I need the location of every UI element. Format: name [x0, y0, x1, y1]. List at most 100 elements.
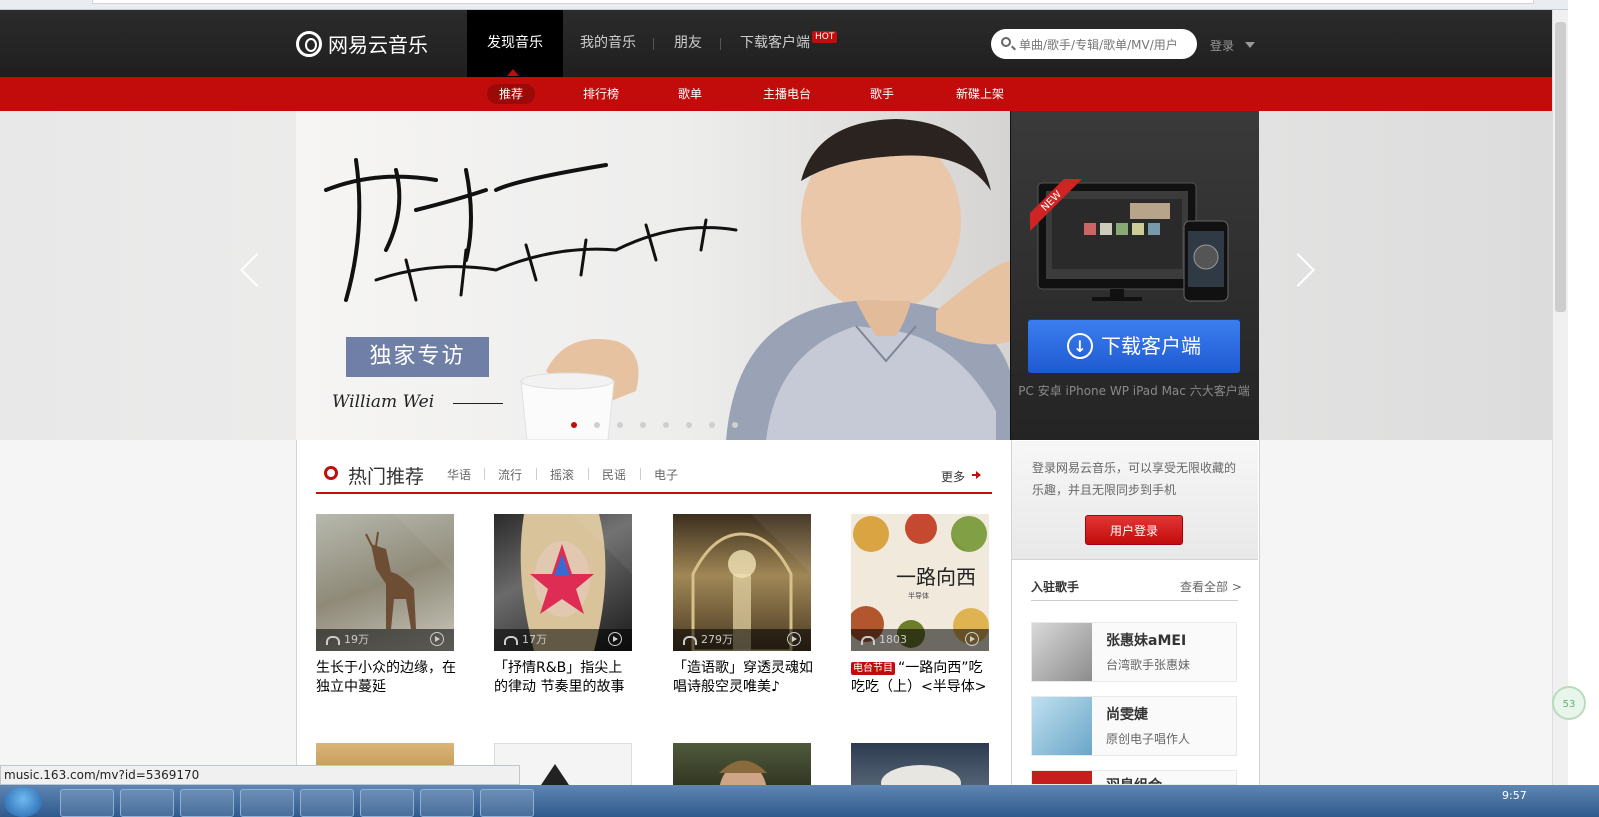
nav-my-music[interactable]: 我的音乐: [560, 10, 656, 77]
play-count: 17万: [522, 633, 547, 646]
hot-recommend-title[interactable]: 热门推荐: [348, 462, 424, 489]
singer-name: 尚雯婕: [1106, 707, 1148, 723]
subnav-new-albums[interactable]: 新碟上架: [944, 84, 1016, 104]
playlist-title[interactable]: 「抒情R&B」指尖上的律动 节奏里的故事: [494, 659, 634, 697]
login-prompt-text: 登录网易云音乐，可以享受无限收藏的乐趣，并且无限同步到手机: [1032, 461, 1237, 497]
chevron-down-icon[interactable]: [1245, 42, 1255, 48]
category-separator: [588, 468, 589, 480]
exclusive-interview-badge: 独家专访: [346, 337, 489, 377]
scrollbar-thumb[interactable]: [1555, 22, 1566, 312]
browser-top-strip: [0, 0, 1599, 10]
playlist-card[interactable]: 19万: [316, 514, 454, 651]
play-count: 19万: [344, 633, 369, 646]
category-pop[interactable]: 流行: [498, 466, 522, 483]
headphones-icon: [861, 635, 875, 645]
taskbar-app-icon[interactable]: [60, 789, 114, 817]
singer-avatar: [1032, 697, 1092, 755]
banner-dot[interactable]: [571, 422, 577, 428]
banner-divider: [453, 403, 503, 404]
headphones-icon: [504, 635, 518, 645]
search-box[interactable]: [991, 29, 1197, 59]
category-folk[interactable]: 民谣: [602, 466, 626, 483]
play-icon[interactable]: [608, 632, 622, 646]
subnav-playlists[interactable]: 歌单: [666, 84, 714, 104]
banner-calligraphy: [324, 158, 738, 302]
banner-dot[interactable]: [686, 422, 692, 428]
taskbar-app-icon[interactable]: [420, 789, 474, 817]
more-link[interactable]: 更多: [941, 468, 965, 485]
play-count: 1803: [879, 633, 907, 646]
playlist-title[interactable]: 「造语歌」穿透灵魂如唱诗般空灵唯美♪: [673, 659, 813, 697]
download-icon: [1067, 320, 1093, 374]
playlist-card[interactable]: 17万: [494, 514, 632, 651]
poster-subtitle: 半导体: [908, 591, 929, 600]
nav-download[interactable]: 下载客户端: [720, 10, 830, 77]
taskbar-app-icon[interactable]: [360, 789, 414, 817]
banner-dot[interactable]: [732, 422, 738, 428]
subnav-radio[interactable]: 主播电台: [751, 84, 823, 104]
category-separator: [484, 468, 485, 480]
singer-item[interactable]: 张惠妹aMEI 台湾歌手张惠妹: [1031, 622, 1237, 682]
banner-dot[interactable]: [709, 422, 715, 428]
subnav-charts[interactable]: 排行榜: [571, 84, 631, 104]
singers-title: 入驻歌手: [1031, 580, 1080, 594]
play-icon[interactable]: [787, 632, 801, 646]
section-circle-icon: [324, 466, 338, 480]
singer-avatar: [1032, 623, 1092, 681]
playlist-title-with-tag[interactable]: 电台节目 “一路向西”吃吃吃（上）<半导体>: [851, 659, 991, 697]
search-input[interactable]: [1017, 35, 1193, 55]
logo-text: 网易云音乐: [328, 33, 428, 57]
category-separator: [536, 468, 537, 480]
subnav-artists[interactable]: 歌手: [858, 84, 906, 104]
category-mandarin[interactable]: 华语: [447, 466, 471, 483]
download-client-button[interactable]: 下载客户端: [1028, 319, 1240, 374]
nav-friends[interactable]: 朋友: [654, 10, 722, 77]
headphones-icon: [683, 635, 697, 645]
login-link[interactable]: 登录: [1210, 37, 1234, 54]
user-login-button[interactable]: 用户登录: [1085, 515, 1183, 545]
arrow-right-icon[interactable]: [972, 471, 981, 479]
hot-badge: HOT: [812, 31, 838, 43]
singer-item[interactable]: 羽泉组合: [1031, 770, 1237, 785]
active-nav-caret: [507, 69, 519, 76]
banner-artist-name: William Wei: [332, 392, 435, 412]
playlist-card[interactable]: 279万: [673, 514, 811, 651]
taskbar-clock[interactable]: 9:57: [1502, 789, 1527, 802]
floating-badge[interactable]: 53: [1552, 686, 1586, 720]
taskbar-app-icon[interactable]: [120, 789, 174, 817]
category-electronic[interactable]: 电子: [654, 466, 678, 483]
playlist-card[interactable]: 一路向西 半导体 1803: [851, 514, 989, 651]
play-icon[interactable]: [430, 632, 444, 646]
start-button-icon[interactable]: [4, 787, 42, 817]
netease-logo-icon: [296, 30, 322, 57]
banner-dot[interactable]: [640, 422, 646, 428]
play-icon[interactable]: [965, 632, 979, 646]
taskbar-app-icon[interactable]: [480, 789, 534, 817]
devices-illustration: NEW: [1030, 179, 1229, 302]
singer-desc: 原创电子唱作人: [1106, 732, 1191, 746]
window-edge: [1568, 0, 1599, 785]
headphones-icon: [326, 635, 340, 645]
download-platforms: PC 安卓 iPhone WP iPad Mac 六大客户端: [1018, 384, 1250, 398]
banner-dot[interactable]: [594, 422, 600, 428]
singer-avatar: [1032, 771, 1092, 784]
taskbar-app-icon[interactable]: [180, 789, 234, 817]
view-all-singers-link[interactable]: 查看全部 >: [1180, 578, 1242, 595]
banner-dot[interactable]: [617, 422, 623, 428]
logo[interactable]: 网易云音乐: [296, 29, 428, 58]
play-count: 279万: [701, 633, 733, 646]
search-icon: [1001, 37, 1011, 47]
singer-desc: 台湾歌手张惠妹: [1106, 658, 1191, 672]
nav-discover[interactable]: 发现音乐: [467, 10, 563, 77]
singer-name: 羽泉组合: [1106, 775, 1162, 784]
banner-dot[interactable]: [663, 422, 669, 428]
singer-item[interactable]: 尚雯婕 原创电子唱作人: [1031, 696, 1237, 756]
subnav-recommend[interactable]: 推荐: [487, 84, 536, 104]
singer-name: 张惠妹aMEI: [1106, 633, 1187, 649]
taskbar-app-icon[interactable]: [300, 789, 354, 817]
category-rock[interactable]: 摇滚: [550, 466, 574, 483]
status-bar-url: music.163.com/mv?id=5369170: [0, 765, 520, 785]
playlist-title[interactable]: 生长于小众的边缘，在独立中蔓延: [316, 659, 456, 697]
download-client-label: 下载客户端: [1101, 334, 1201, 358]
taskbar-app-icon[interactable]: [240, 789, 294, 817]
